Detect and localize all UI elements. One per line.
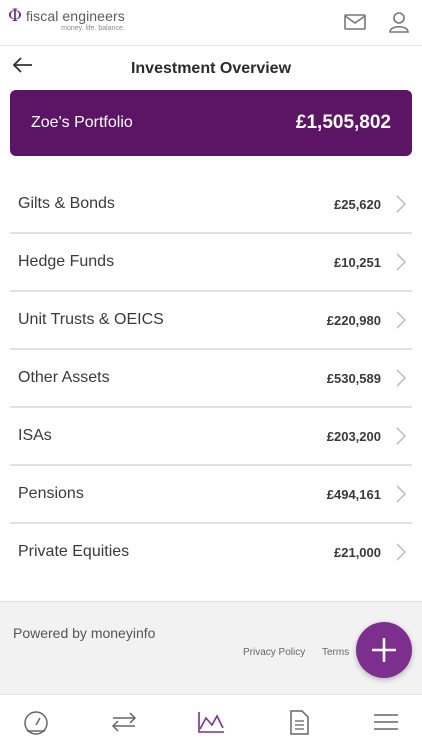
title-row: Investment Overview (0, 46, 422, 90)
chevron-right-icon (396, 311, 406, 329)
portfolio-total: £1,505,802 (295, 112, 391, 133)
chevron-right-icon (396, 485, 406, 503)
list-item-label: ISAs (18, 427, 52, 444)
investment-list: Gilts & Bonds £25,620 Hedge Funds £10,25… (10, 176, 412, 582)
list-item-label: Other Assets (18, 369, 110, 386)
dashboard-gauge-icon[interactable] (21, 709, 51, 735)
chevron-right-icon (396, 369, 406, 387)
list-item-unit-trusts[interactable]: Unit Trusts & OEICS £220,980 (10, 292, 412, 350)
add-button[interactable] (356, 622, 412, 678)
list-item-label: Gilts & Bonds (18, 195, 115, 212)
list-item-label: Pensions (18, 485, 84, 502)
list-item-value: £494,161 (326, 487, 381, 502)
list-item-label: Private Equities (18, 543, 130, 560)
top-bar: Φ fiscal engineers money. life. balance. (0, 0, 422, 46)
list-item-label: Hedge Funds (18, 253, 115, 270)
brand-tagline: money. life. balance. (61, 25, 125, 32)
hamburger-menu-icon[interactable] (371, 709, 401, 735)
chevron-right-icon (396, 427, 406, 445)
area-chart-icon[interactable] (196, 709, 226, 735)
list-item-hedge-funds[interactable]: Hedge Funds £10,251 (10, 234, 412, 292)
list-item-value: £25,620 (334, 197, 381, 212)
list-item-label: Unit Trusts & OEICS (18, 311, 164, 328)
portfolio-banner: Zoe's Portfolio £1,505,802 (10, 90, 412, 156)
list-item-gilts-bonds[interactable]: Gilts & Bonds £25,620 (10, 176, 412, 234)
chevron-right-icon (396, 253, 406, 271)
brand-name: fiscal engineers (25, 8, 125, 24)
list-item-value: £21,000 (334, 545, 381, 560)
chevron-right-icon (396, 195, 406, 213)
portfolio-name: Zoe's Portfolio (31, 114, 133, 131)
list-item-value: £220,980 (326, 313, 381, 328)
privacy-policy-link[interactable]: Privacy Policy (243, 647, 305, 658)
chevron-right-icon (396, 543, 406, 561)
list-item-isas[interactable]: ISAs £203,200 (10, 408, 412, 466)
list-item-value: £530,589 (326, 371, 381, 386)
list-item-pensions[interactable]: Pensions £494,161 (10, 466, 412, 524)
page-title: Investment Overview (130, 60, 292, 77)
user-icon[interactable] (387, 11, 411, 33)
mail-icon[interactable] (343, 11, 367, 33)
list-item-private-equities[interactable]: Private Equities £21,000 (10, 524, 412, 582)
document-icon[interactable] (284, 709, 314, 735)
powered-by-text: Powered by moneyinfo (13, 625, 156, 641)
terms-link[interactable]: Terms (322, 647, 349, 658)
phi-logo-icon: Φ (8, 6, 22, 26)
bottom-nav (0, 694, 422, 750)
brand-logo[interactable]: Φ fiscal engineers money. life. balance. (8, 6, 125, 33)
list-item-value: £203,200 (326, 429, 381, 444)
list-item-value: £10,251 (334, 255, 381, 270)
plus-icon (372, 638, 396, 662)
list-item-other-assets[interactable]: Other Assets £530,589 (10, 350, 412, 408)
transfer-arrows-icon[interactable] (109, 709, 139, 735)
